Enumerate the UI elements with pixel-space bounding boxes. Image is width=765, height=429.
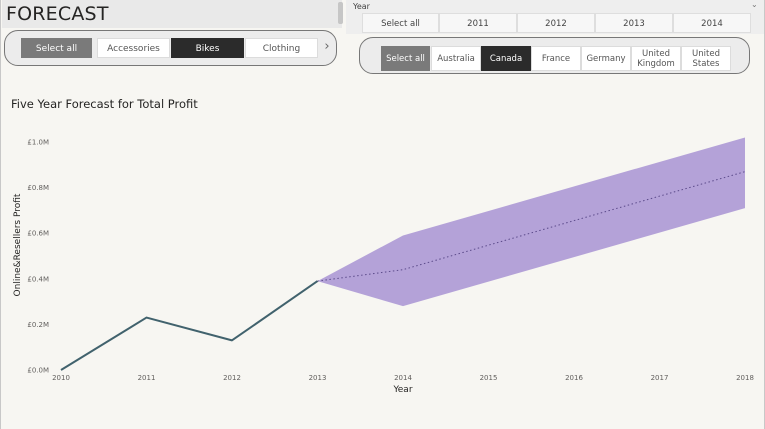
forecast-confidence-band	[317, 137, 745, 307]
y-tick-label: £0.6M	[27, 230, 49, 238]
x-axis-title: Year	[392, 385, 412, 395]
x-tick-label: 2012	[223, 374, 241, 382]
actual-profit-line	[60, 280, 319, 371]
y-axis-title: Online&Resellers Profit	[13, 193, 23, 296]
x-tick-label: 2018	[736, 374, 754, 382]
y-tick-label: £1.0M	[27, 139, 49, 147]
y-tick-label: £0.8M	[27, 184, 49, 192]
x-tick-label: 2011	[138, 374, 156, 382]
x-tick-label: 2015	[480, 374, 498, 382]
y-tick-label: £0.2M	[27, 321, 49, 329]
x-tick-label: 2013	[309, 374, 327, 382]
x-tick-label: 2017	[651, 374, 669, 382]
x-tick-label: 2016	[565, 374, 583, 382]
report-canvas: FORECAST Select all Accessories Bikes Cl…	[0, 0, 765, 429]
y-tick-label: £0.4M	[27, 275, 49, 283]
forecast-chart: £0.0M £0.2M £0.4M £0.6M £0.8M £1.0M 2010 2011 20…	[13, 137, 754, 395]
x-tick-label: 2010	[52, 374, 70, 382]
y-tick-label: £0.0M	[27, 367, 49, 375]
x-tick-label: 2014	[394, 374, 412, 382]
